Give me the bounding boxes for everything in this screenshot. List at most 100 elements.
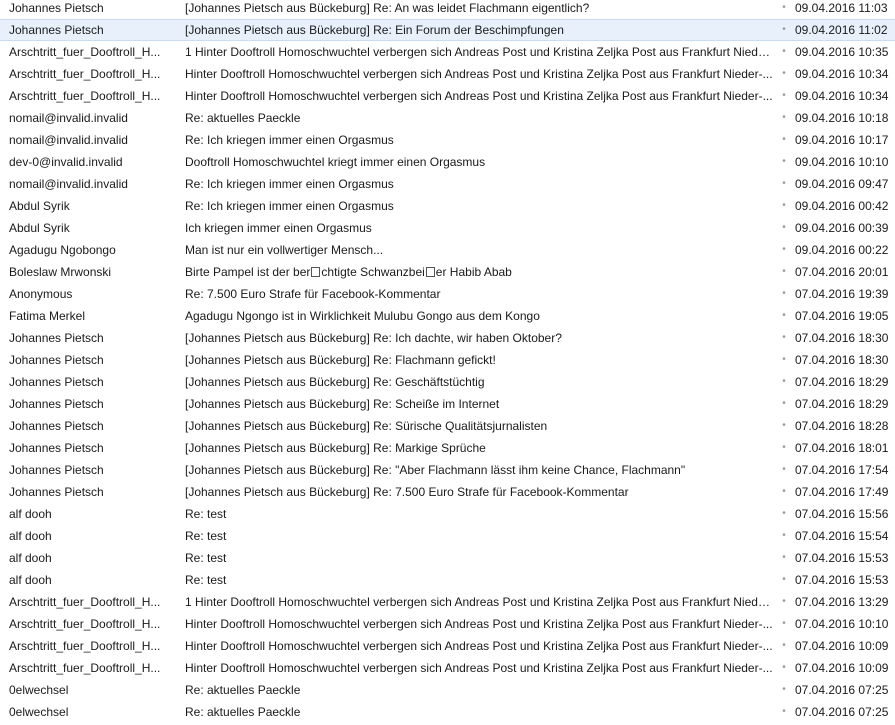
read-status-dot-icon[interactable]: • [780, 283, 788, 305]
read-status-dot-icon[interactable]: • [780, 0, 788, 19]
message-row[interactable]: nomail@invalid.invalid Re: Ich kriegen im… [0, 173, 895, 195]
message-row[interactable]: Johannes Pietsch [Johannes Pietsch aus Bü… [0, 327, 895, 349]
message-row[interactable]: Anonymous Re: 7.500 Euro Strafe für Faceb… [0, 283, 895, 305]
subject-fragment: chtigte Schwanzbei [321, 265, 425, 279]
message-row[interactable]: alf dooh Re: test • 07.04.2016 15:54 [0, 525, 895, 547]
message-row[interactable]: 0elwechsel Re: aktuelles Paeckle • 07.04.20… [0, 701, 895, 723]
message-sender: Abdul Syrik [9, 221, 70, 235]
message-row[interactable]: Johannes Pietsch [Johannes Pietsch aus Bü… [0, 349, 895, 371]
message-row[interactable]: Johannes Pietsch [Johannes Pietsch aus Bü… [0, 459, 895, 481]
message-row[interactable]: Johannes Pietsch [Johannes Pietsch aus Bü… [0, 0, 895, 19]
read-status-dot-icon[interactable]: • [780, 195, 788, 217]
message-subject: 1 Hinter Dooftroll Homoschwuchtel verber… [185, 45, 774, 59]
message-row[interactable]: nomail@invalid.invalid Re: Ich kriegen im… [0, 129, 895, 151]
read-status-dot-icon[interactable]: • [780, 173, 788, 195]
message-row[interactable]: 0elwechsel Re: aktuelles Paeckle • 07.04.20… [0, 679, 895, 701]
message-subject: [Johannes Pietsch aus Bückeburg] Re: Mar… [185, 441, 486, 455]
read-status-dot-icon[interactable]: • [780, 591, 788, 613]
read-status-dot-icon[interactable]: • [780, 415, 788, 437]
message-list[interactable]: Johannes Pietsch [Johannes Pietsch aus Bü… [0, 0, 895, 723]
message-subject: Agadugu Ngongo ist in Wirklichkeit Mulub… [185, 309, 540, 323]
message-subject: Birte Pampel ist der ber chtigte Schwanzb… [185, 261, 774, 283]
message-subject: Re: aktuelles Paeckle [185, 111, 301, 125]
read-status-dot-icon[interactable]: • [780, 41, 788, 63]
message-date: 09.04.2016 10:35 [795, 45, 889, 59]
message-row[interactable]: Arschtritt_fuer_Dooftroll_H... 1 Hinter D… [0, 41, 895, 63]
read-status-dot-icon[interactable]: • [780, 481, 788, 503]
message-row[interactable]: Abdul Syrik Re: Ich kriegen immer einen O… [0, 195, 895, 217]
message-row[interactable]: Boleslaw Mrwonski Birte Pampel ist der be… [0, 261, 895, 283]
message-sender: Johannes Pietsch [9, 353, 104, 367]
message-date: 07.04.2016 07:25 [795, 683, 889, 697]
message-row[interactable]: Arschtritt_fuer_Dooftroll_H... Hinter Doo… [0, 63, 895, 85]
message-row[interactable]: dev-0@invalid.invalid Dooftroll Homoschwu… [0, 151, 895, 173]
read-status-dot-icon[interactable]: • [780, 151, 788, 173]
read-status-dot-icon[interactable]: • [780, 437, 788, 459]
message-sender: Arschtritt_fuer_Dooftroll_H... [9, 639, 161, 653]
message-date: 07.04.2016 18:30 [795, 353, 889, 367]
message-subject: Man ist nur ein vollwertiger Mensch... [185, 243, 384, 257]
message-subject: [Johannes Pietsch aus Bückeburg] Re: Ges… [185, 375, 485, 389]
message-row[interactable]: Johannes Pietsch [Johannes Pietsch aus Bü… [0, 437, 895, 459]
message-subject: Re: test [185, 573, 227, 587]
message-date: 07.04.2016 18:01 [795, 441, 889, 455]
message-date: 07.04.2016 15:54 [795, 529, 889, 543]
message-row[interactable]: Arschtritt_fuer_Dooftroll_H... Hinter Doo… [0, 85, 895, 107]
read-status-dot-icon[interactable]: • [780, 635, 788, 657]
read-status-dot-icon[interactable]: • [780, 525, 788, 547]
message-row[interactable]: Johannes Pietsch [Johannes Pietsch aus Bü… [0, 371, 895, 393]
message-row[interactable]: Agadugu Ngobongo Man ist nur ein vollwert… [0, 239, 895, 261]
read-status-dot-icon[interactable]: • [780, 217, 788, 239]
message-sender: Arschtritt_fuer_Dooftroll_H... [9, 89, 161, 103]
message-date: 07.04.2016 15:53 [795, 551, 889, 565]
message-row[interactable]: Johannes Pietsch [Johannes Pietsch aus Bü… [0, 19, 895, 41]
message-row[interactable]: Johannes Pietsch [Johannes Pietsch aus Bü… [0, 481, 895, 503]
read-status-dot-icon[interactable]: • [780, 459, 788, 481]
message-sender: 0elwechsel [9, 683, 69, 697]
unknown-character-icon [311, 267, 321, 277]
message-row[interactable]: Johannes Pietsch [Johannes Pietsch aus Bü… [0, 393, 895, 415]
message-sender: Agadugu Ngobongo [9, 243, 116, 257]
message-sender: Arschtritt_fuer_Dooftroll_H... [9, 617, 161, 631]
read-status-dot-icon[interactable]: • [780, 613, 788, 635]
read-status-dot-icon[interactable]: • [780, 305, 788, 327]
message-date: 09.04.2016 10:10 [795, 155, 889, 169]
message-row[interactable]: Arschtritt_fuer_Dooftroll_H... Hinter Doo… [0, 613, 895, 635]
read-status-dot-icon[interactable]: • [780, 107, 788, 129]
message-row[interactable]: alf dooh Re: test • 07.04.2016 15:56 [0, 503, 895, 525]
message-row[interactable]: Fatima Merkel Agadugu Ngongo ist in Wirkl… [0, 305, 895, 327]
message-date: 07.04.2016 17:49 [795, 485, 889, 499]
message-date: 07.04.2016 10:10 [795, 617, 889, 631]
message-row[interactable]: Arschtritt_fuer_Dooftroll_H... Hinter Doo… [0, 657, 895, 679]
message-row[interactable]: alf dooh Re: test • 07.04.2016 15:53 [0, 569, 895, 591]
read-status-dot-icon[interactable]: • [780, 85, 788, 107]
message-subject: [Johannes Pietsch aus Bückeburg] Re: "Ab… [185, 463, 686, 477]
read-status-dot-icon[interactable]: • [780, 239, 788, 261]
read-status-dot-icon[interactable]: • [780, 63, 788, 85]
read-status-dot-icon[interactable]: • [780, 701, 788, 723]
message-date: 07.04.2016 17:54 [795, 463, 889, 477]
read-status-dot-icon[interactable]: • [780, 503, 788, 525]
read-status-dot-icon[interactable]: • [780, 129, 788, 151]
read-status-dot-icon[interactable]: • [780, 569, 788, 591]
read-status-dot-icon[interactable]: • [780, 547, 788, 569]
message-date: 07.04.2016 19:39 [795, 287, 889, 301]
read-status-dot-icon[interactable]: • [780, 261, 788, 283]
read-status-dot-icon[interactable]: • [780, 327, 788, 349]
read-status-dot-icon[interactable]: • [780, 371, 788, 393]
message-date: 09.04.2016 09:47 [795, 177, 889, 191]
message-row[interactable]: Johannes Pietsch [Johannes Pietsch aus Bü… [0, 415, 895, 437]
message-row[interactable]: nomail@invalid.invalid Re: aktuelles Paec… [0, 107, 895, 129]
message-row[interactable]: Arschtritt_fuer_Dooftroll_H... Hinter Doo… [0, 635, 895, 657]
message-row[interactable]: alf dooh Re: test • 07.04.2016 15:53 [0, 547, 895, 569]
read-status-dot-icon[interactable]: • [780, 657, 788, 679]
read-status-dot-icon[interactable]: • [780, 679, 788, 701]
message-row[interactable]: Arschtritt_fuer_Dooftroll_H... 1 Hinter D… [0, 591, 895, 613]
message-row[interactable]: Abdul Syrik Ich kriegen immer einen Orgas… [0, 217, 895, 239]
message-subject: Hinter Dooftroll Homoschwuchtel verberge… [185, 89, 773, 103]
read-status-dot-icon[interactable]: • [780, 20, 788, 40]
message-date: 07.04.2016 10:09 [795, 661, 889, 675]
message-date: 07.04.2016 20:01 [795, 265, 889, 279]
read-status-dot-icon[interactable]: • [780, 349, 788, 371]
read-status-dot-icon[interactable]: • [780, 393, 788, 415]
